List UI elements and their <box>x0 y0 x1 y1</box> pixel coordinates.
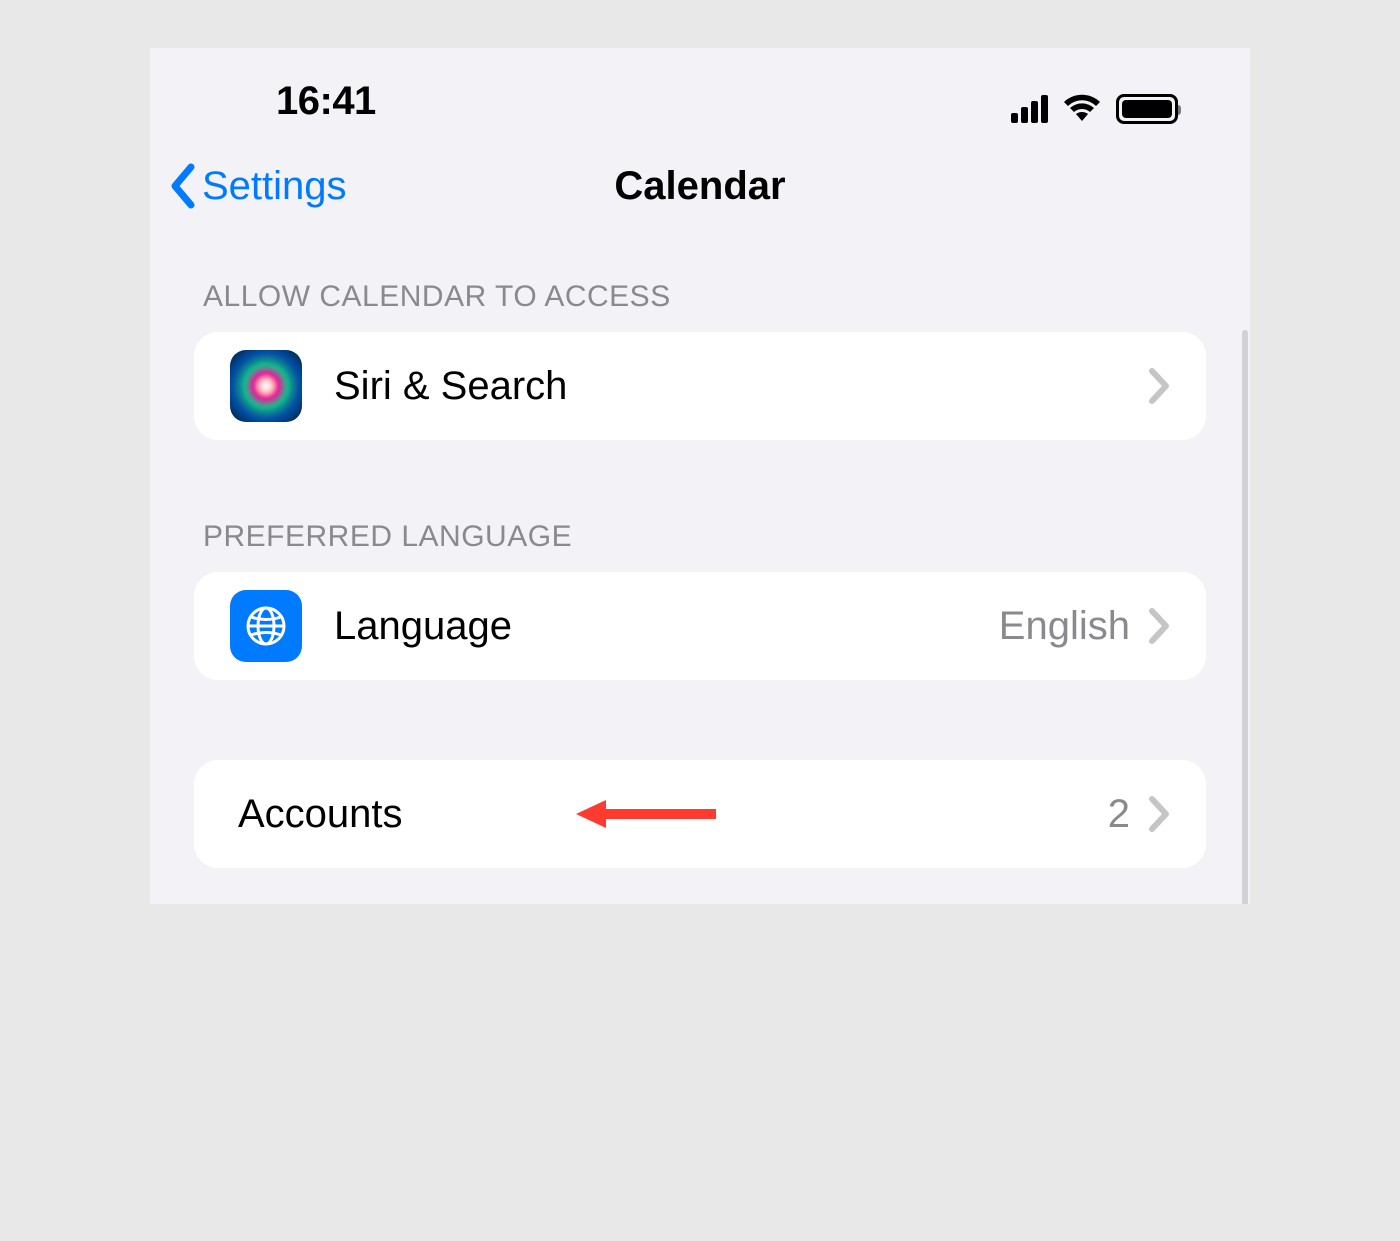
row-language[interactable]: Language English <box>194 572 1206 680</box>
row-value-language: English <box>999 604 1130 649</box>
back-button[interactable]: Settings <box>168 163 347 209</box>
settings-screen: 16:41 Settings <box>150 48 1250 904</box>
row-value-accounts: 2 <box>1108 792 1130 837</box>
status-bar: 16:41 <box>150 48 1250 136</box>
back-label: Settings <box>202 164 347 209</box>
status-icons <box>1011 94 1178 124</box>
row-accounts[interactable]: Accounts 2 <box>194 760 1206 868</box>
row-siri-search[interactable]: Siri & Search <box>194 332 1206 440</box>
content-area: ALLOW CALENDAR TO ACCESS Siri & Search P… <box>150 236 1250 868</box>
scrollbar[interactable] <box>1242 330 1248 904</box>
group-access: Siri & Search <box>194 332 1206 440</box>
chevron-left-icon <box>168 163 198 209</box>
row-label-siri: Siri & Search <box>334 364 1148 409</box>
section-header-language: PREFERRED LANGUAGE <box>194 520 1206 572</box>
arrow-annotation-icon <box>576 794 716 834</box>
siri-icon <box>230 350 302 422</box>
chevron-right-icon <box>1148 795 1170 833</box>
row-label-language: Language <box>334 604 999 649</box>
chevron-right-icon <box>1148 607 1170 645</box>
wifi-icon <box>1062 94 1102 124</box>
section-header-access: ALLOW CALENDAR TO ACCESS <box>194 280 1206 332</box>
group-language: Language English <box>194 572 1206 680</box>
nav-bar: Settings Calendar <box>150 136 1250 236</box>
globe-icon <box>230 590 302 662</box>
page-title: Calendar <box>614 164 785 209</box>
cell-signal-icon <box>1011 95 1048 123</box>
chevron-right-icon <box>1148 367 1170 405</box>
status-time: 16:41 <box>276 79 376 124</box>
battery-icon <box>1116 94 1178 124</box>
group-accounts: Accounts 2 <box>194 760 1206 868</box>
